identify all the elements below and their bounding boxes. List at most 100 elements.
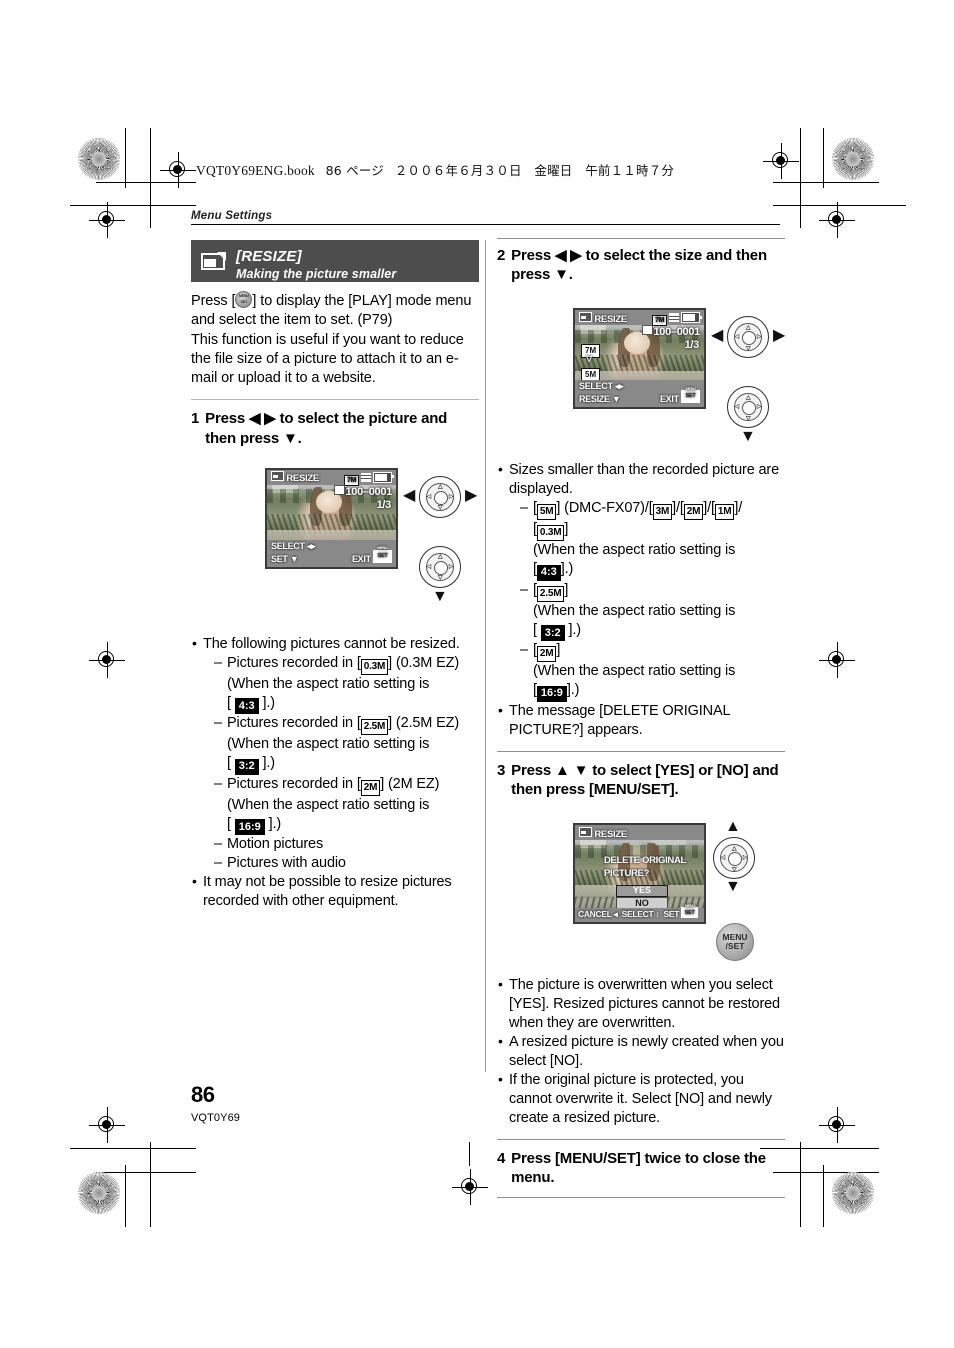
right-arrow-icon: ▶ [465, 486, 478, 504]
lcd3-title: RESIZE [579, 826, 627, 840]
section-subtitle: Making the picture smaller [236, 266, 397, 281]
registration-mark [89, 642, 125, 678]
crop-mark [150, 1142, 151, 1227]
step-2-notes: Sizes smaller than the recorded picture … [497, 460, 785, 740]
step-4-text: Press [MENU/SET] twice to close the menu… [511, 1150, 766, 1187]
note-subitem: Pictures recorded in [0.3M] (0.3M EZ) (W… [214, 654, 479, 715]
down-arrow-icon: ▼ [289, 553, 299, 564]
lcd2-counter: 1/3 [684, 339, 700, 352]
lcd2-title: RESIZE [579, 311, 627, 325]
lcd3-message: DELETE ORIGINAL PICTURE? [604, 855, 687, 880]
registration-mark [819, 642, 855, 678]
lcd-screen-2: RESIZE 7M 100–0001 1/3 7M ▽ 5M SELECT ◂▸… [573, 308, 706, 410]
right-arrow-icon: ▶ [773, 327, 786, 345]
note-subitem: Pictures with audio [214, 854, 479, 873]
step-4-number: 4 [497, 1150, 506, 1168]
battery-icon [681, 312, 702, 324]
crop-mark [773, 182, 879, 183]
lcd1-hint-select: SELECT ◂▸ [271, 540, 316, 551]
step-2-number: 2 [497, 247, 506, 264]
lcd2-folder-file: 100–0001 [642, 325, 700, 338]
lcd1-title: RESIZE [271, 471, 319, 484]
left-column: [RESIZE] Making the picture smaller Pres… [191, 240, 479, 911]
divider [497, 1139, 785, 1141]
up-arrow-icon: ▲ [725, 818, 741, 836]
lcd2-hint-exit: EXIT [660, 387, 700, 404]
step-2-illustration: RESIZE 7M 100–0001 1/3 7M ▽ 5M SELECT ◂▸… [497, 296, 786, 445]
size-badge: 2M [360, 779, 381, 796]
book-file-header: VQT0Y69ENG.book 86 ページ ２００６年６月３０日 金曜日 午前… [196, 160, 674, 179]
lcd1-status-icons: 7M [344, 471, 394, 486]
crop-mark [800, 128, 801, 228]
cursor-button-icon: △ ▽ ◁ ▷ [727, 386, 769, 429]
lcd2-hint-resize: RESIZE ▼ [579, 394, 621, 405]
step-3-illustration: RESIZE DELETE ORIGINAL PICTURE? YES NO C… [497, 811, 785, 962]
note-item: The following pictures cannot be resized… [191, 634, 479, 873]
size-badge: 1M [714, 504, 735, 521]
crop-mark [800, 1142, 801, 1227]
registration-mark [89, 1107, 125, 1143]
note-subitem: [2M] (When the aspect ratio setting is [… [520, 641, 785, 702]
resize-icon [201, 252, 227, 271]
intro-text-a: Press [ [191, 293, 236, 309]
crop-mark [125, 1165, 126, 1227]
menu-set-icon [373, 546, 392, 563]
step-3-number: 3 [497, 761, 506, 779]
registration-mark [763, 143, 799, 179]
step-1-illustration: RESIZE 7M 100–0001 1/3 SELECT ◂▸ SET ▼ E… [191, 460, 479, 604]
up-down-arrow-icon: ↕ [655, 909, 660, 920]
color-registration-target [832, 138, 874, 180]
registration-mark [819, 1107, 855, 1143]
registration-mark [160, 152, 196, 188]
size-badge: 2.5M [360, 719, 389, 736]
lcd2-hint-select: SELECT ◂▸ [579, 381, 624, 392]
menu-set-button-icon [235, 291, 253, 308]
lcd3-hints: CANCEL ◂ SELECT ↕ SET [578, 904, 699, 920]
aspect-ratio-badge: 16:9 [536, 685, 567, 702]
cursor-button-icon: △ ▽ ◁ ▷ [713, 837, 755, 880]
lcd2-option-down-arrow-icon: ▽ [586, 354, 592, 364]
battery-icon [373, 471, 394, 483]
left-right-arrow-icon: ◂▸ [614, 381, 624, 392]
menu-set-button[interactable]: MENU /SET [716, 923, 754, 962]
aspect-ratio-badge: 3:2 [540, 625, 565, 642]
step-3-text: Press ▲ ▼ to select [YES] or [NO] and th… [511, 761, 779, 798]
lcd1-hint-set: SET ▼ [271, 553, 299, 564]
down-arrow-icon: ▼ [432, 587, 448, 605]
running-head-rule [191, 224, 780, 225]
note-item: A resized picture is newly created when … [497, 1032, 785, 1071]
color-registration-target [78, 138, 120, 180]
page-number: 86 [191, 1082, 215, 1107]
registration-mark [89, 202, 125, 238]
cursor-button-icon: △ ▽ ◁ ▷ [727, 316, 769, 359]
step-3-heading: 3 Press ▲ ▼ to select [YES] or [NO] and … [497, 761, 785, 799]
right-column: 2 Press ◀ ▶ to select the size and then … [497, 238, 785, 1207]
lcd-screen-1: RESIZE 7M 100–0001 1/3 SELECT ◂▸ SET ▼ E… [265, 467, 398, 569]
note-subitem: Pictures recorded in [2.5M] (2.5M EZ) (W… [214, 714, 479, 775]
divider [497, 1197, 785, 1199]
book-filename: VQT0Y69ENG.book [196, 163, 315, 178]
step-1-number: 1 [191, 410, 200, 428]
note-item: The picture is overwritten when you sele… [497, 975, 785, 1033]
note-item: The message [DELETE ORIGINAL PICTURE?] a… [497, 701, 785, 740]
book-page-label: 86 ページ [325, 163, 384, 178]
intro-paragraph-1: Press [] to display the [PLAY] mode menu… [191, 291, 479, 331]
step-4-heading: 4 Press [MENU/SET] twice to close the me… [497, 1149, 785, 1187]
quality-fine-icon [361, 472, 372, 482]
note-item: It may not be possible to resize picture… [191, 872, 479, 911]
crop-mark [125, 128, 126, 188]
step-1-notes: The following pictures cannot be resized… [191, 634, 479, 911]
menu-set-label-bottom: /SET [725, 941, 745, 952]
size-badge: 2.5M [536, 585, 565, 602]
lcd3-option-yes[interactable]: YES [616, 885, 668, 898]
color-registration-target [78, 1172, 120, 1214]
left-arrow-icon: ◀ [403, 486, 416, 504]
crop-mark [773, 1172, 879, 1173]
intro-paragraph-2: This function is useful if you want to r… [191, 331, 464, 387]
note-subitem: Pictures recorded in [2M] (2M EZ) (When … [214, 775, 479, 836]
menu-set-icon [681, 387, 700, 404]
running-head: Menu Settings [191, 210, 780, 225]
crop-mark [70, 205, 196, 206]
book-date: ２００６年６月３０日 金曜日 午前１１時７分 [394, 163, 675, 178]
running-head-text: Menu Settings [191, 210, 273, 222]
